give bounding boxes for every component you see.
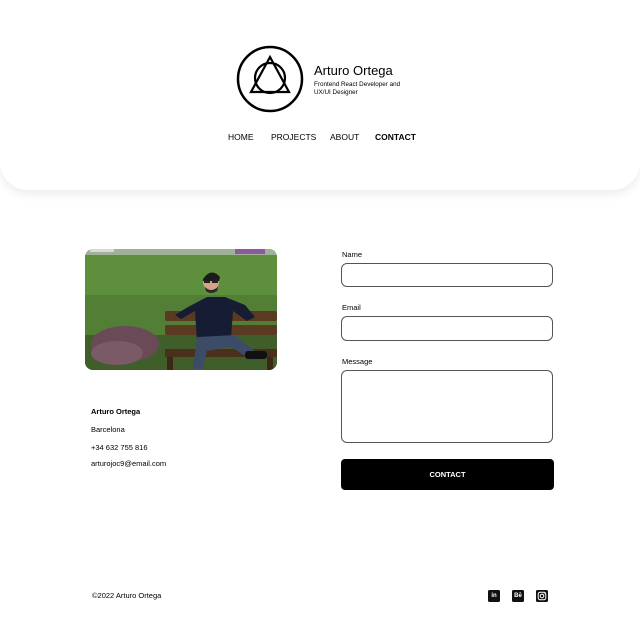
contact-submit-button[interactable]: CONTACT: [341, 459, 554, 490]
behance-icon[interactable]: Bē: [512, 590, 524, 602]
site-header: Arturo Ortega Frontend React Developer a…: [0, 0, 640, 190]
footer-copyright: ©2022 Arturo Ortega: [92, 591, 162, 600]
email-field[interactable]: [341, 316, 553, 341]
contact-email[interactable]: arturojoc9@email.com: [91, 459, 166, 468]
profile-photo: [85, 249, 277, 370]
name-label: Name: [342, 250, 363, 259]
nav-home[interactable]: HOME: [228, 132, 254, 142]
contact-city: Barcelona: [91, 425, 125, 434]
instagram-icon[interactable]: [536, 590, 548, 602]
brand-name: Arturo Ortega: [314, 63, 393, 78]
nav-projects[interactable]: PROJECTS: [271, 132, 316, 142]
contact-name: Arturo Ortega: [91, 407, 141, 416]
message-field[interactable]: [341, 370, 553, 443]
contact-phone: +34 632 755 816: [91, 443, 148, 452]
message-label: Message: [342, 357, 373, 366]
nav-contact[interactable]: CONTACT: [375, 132, 416, 142]
logo-icon[interactable]: [236, 45, 304, 113]
nav-about[interactable]: ABOUT: [330, 132, 359, 142]
email-label: Email: [342, 303, 361, 312]
linkedin-icon[interactable]: in: [488, 590, 500, 602]
name-field[interactable]: [341, 263, 553, 287]
brand-subtitle: Frontend React Developer and UX/UI Desig…: [314, 81, 401, 96]
